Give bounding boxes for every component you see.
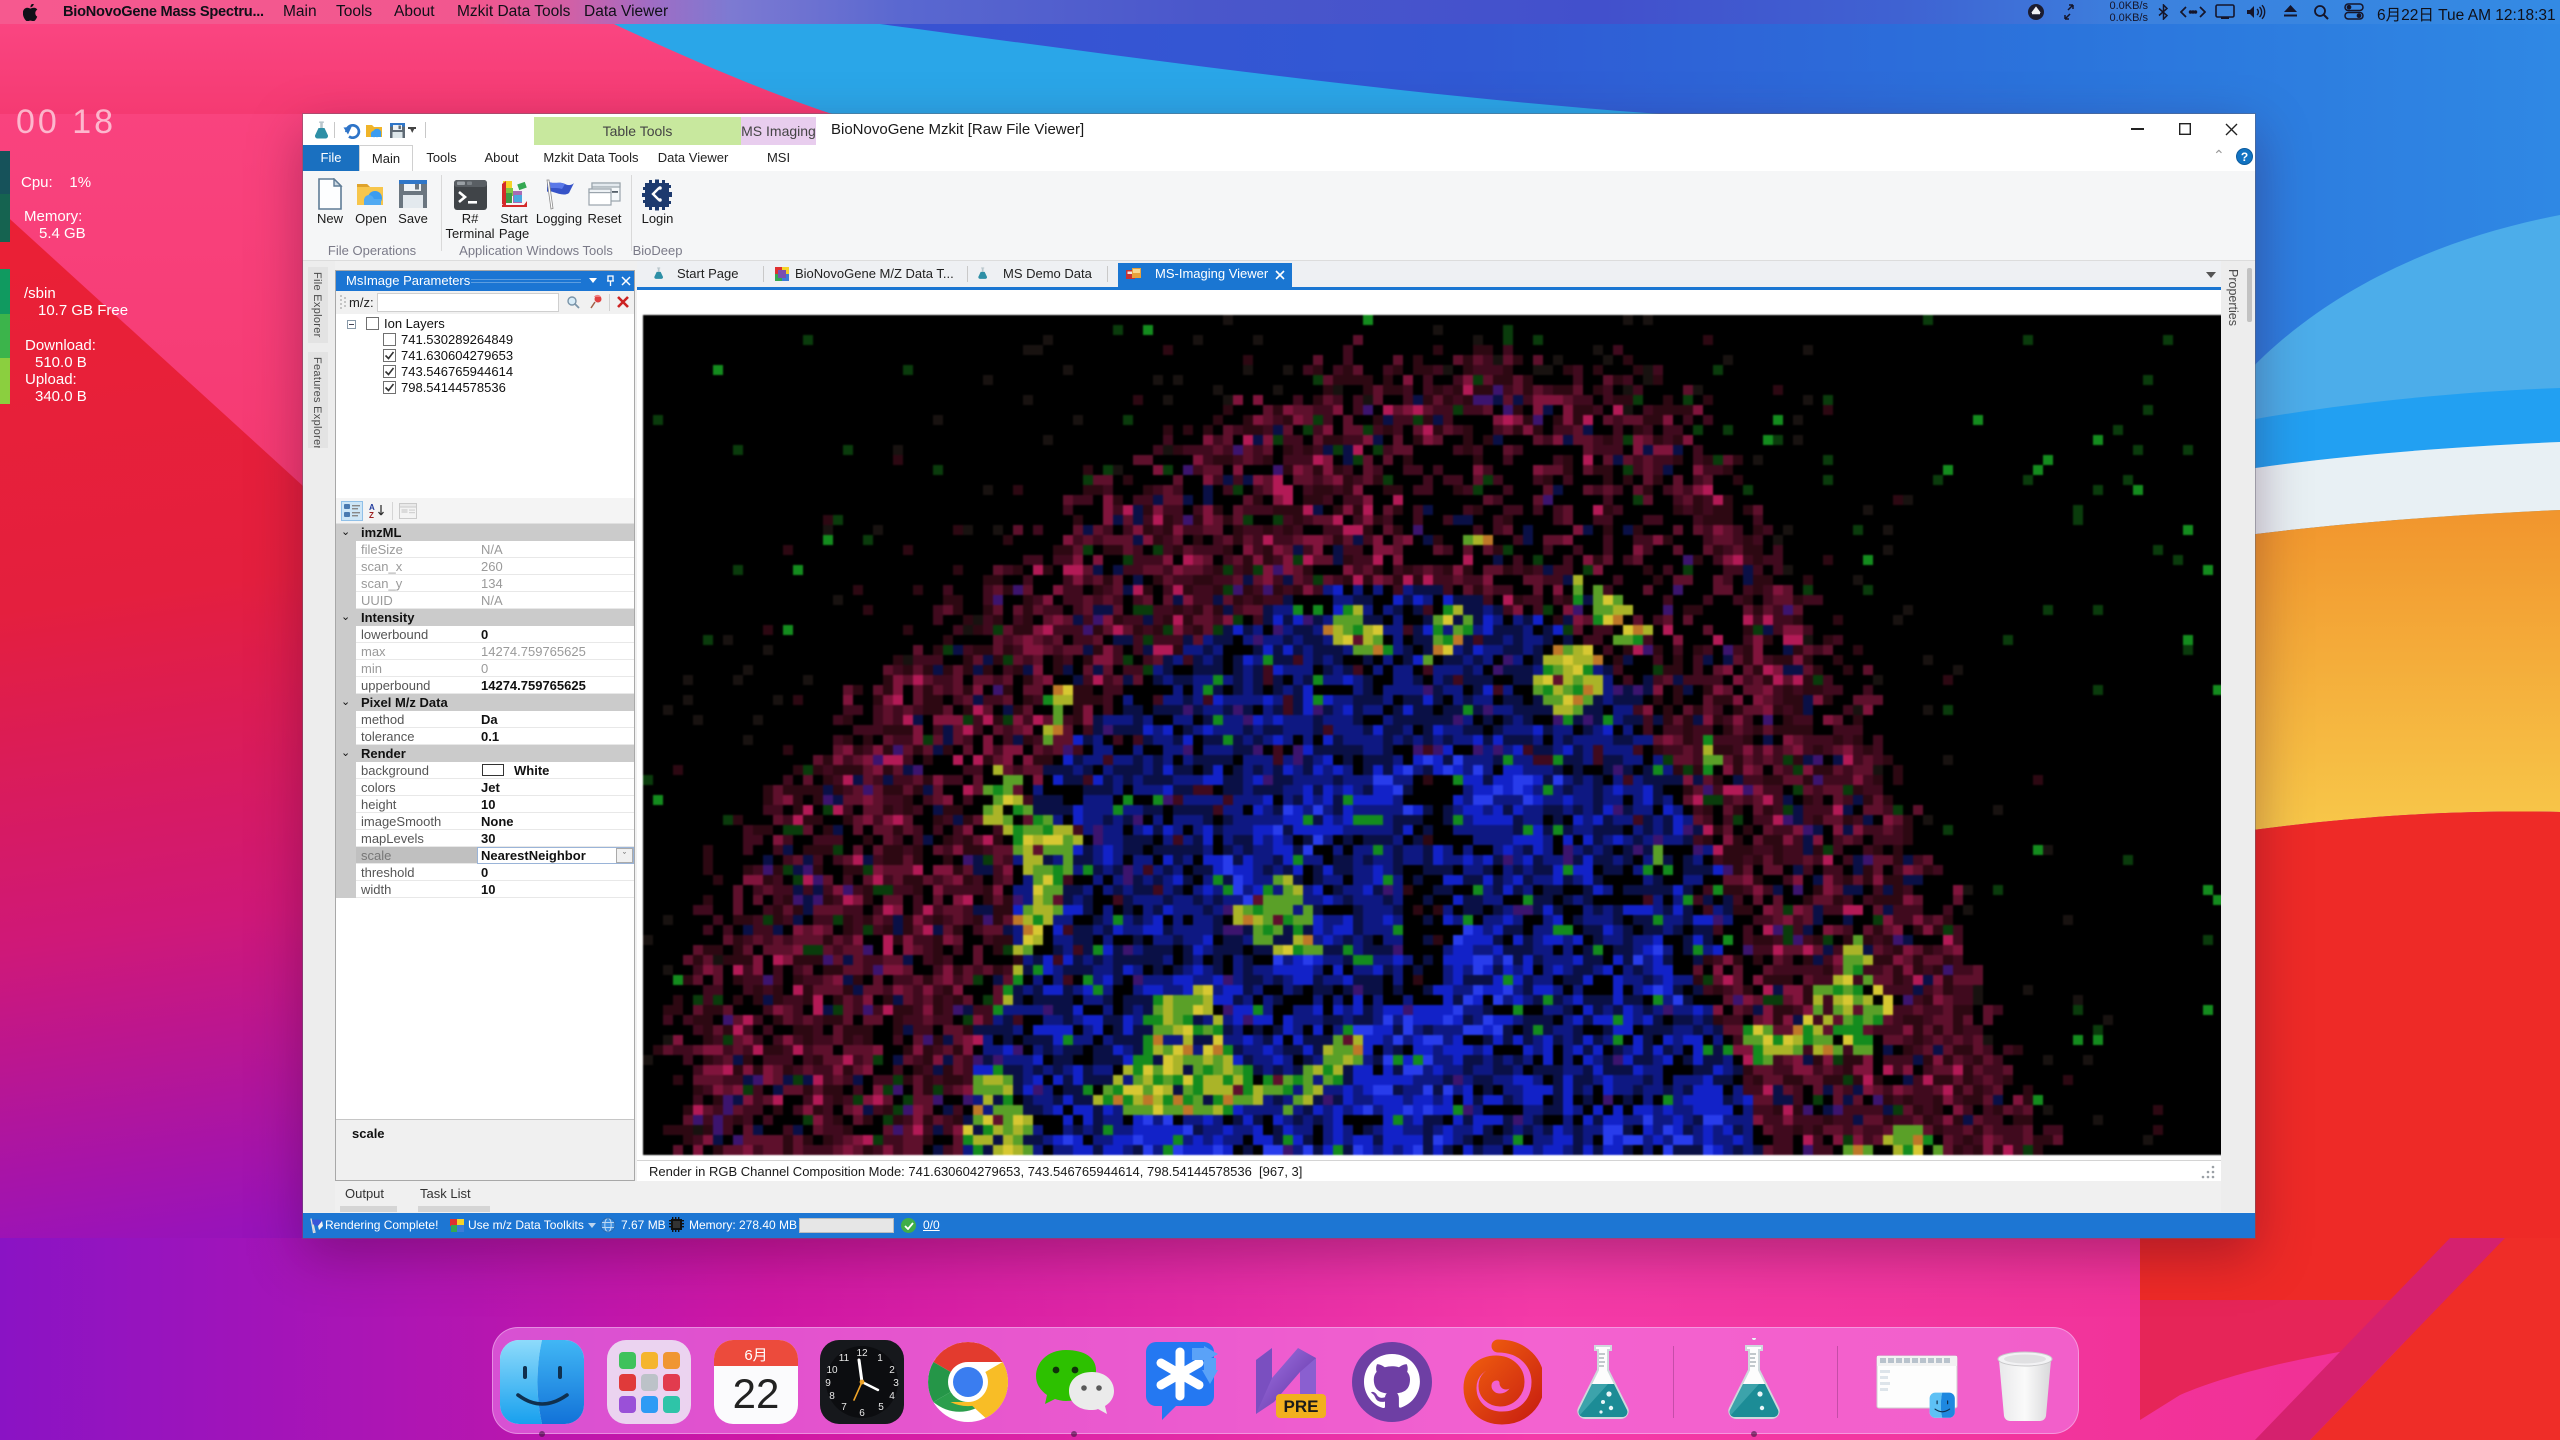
svg-text:1: 1 <box>877 1353 883 1364</box>
svg-text:8: 8 <box>829 1391 835 1402</box>
svg-text:6: 6 <box>859 1408 865 1419</box>
svg-text:3: 3 <box>893 1378 899 1389</box>
svg-text:22: 22 <box>733 1370 780 1417</box>
svg-text:2: 2 <box>889 1365 895 1376</box>
svg-text:9: 9 <box>825 1378 831 1389</box>
svg-text:Z: Z <box>369 511 374 519</box>
svg-text:PRE: PRE <box>1284 1397 1319 1416</box>
svg-text:10: 10 <box>826 1365 838 1376</box>
svg-text:4: 4 <box>889 1391 895 1402</box>
svg-text:12: 12 <box>856 1348 868 1359</box>
svg-text:6月: 6月 <box>744 1347 767 1364</box>
svg-text:7: 7 <box>841 1402 847 1413</box>
svg-text:5: 5 <box>878 1402 884 1413</box>
svg-text:11: 11 <box>839 1353 850 1364</box>
